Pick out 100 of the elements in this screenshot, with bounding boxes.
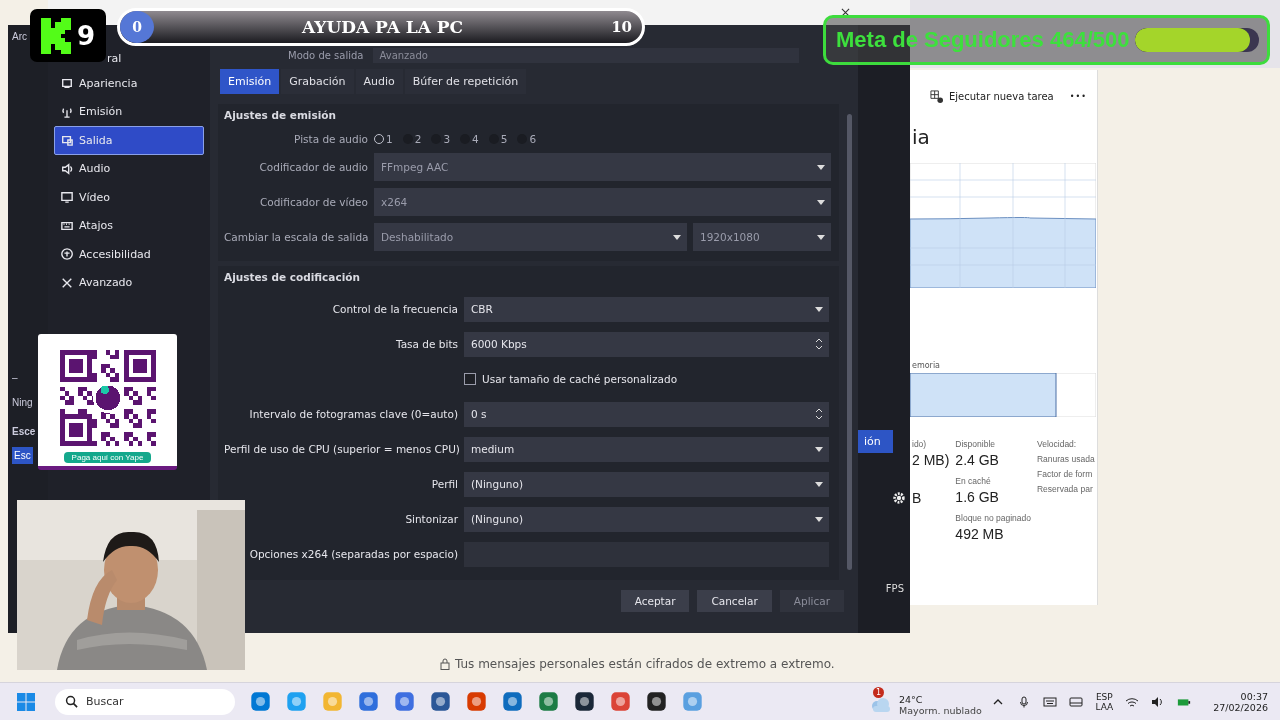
- temperature: 24°C: [899, 693, 924, 705]
- dropdown[interactable]: (Ninguno): [464, 506, 829, 532]
- stat-value: 492 MB: [955, 526, 1005, 542]
- menu-item[interactable]: Arc: [12, 31, 27, 42]
- field-label: Perfil de uso de CPU (superior = menos CPU): [224, 443, 458, 455]
- sidebar-item[interactable]: Atajos: [54, 211, 204, 240]
- scrollbar[interactable]: [847, 114, 852, 570]
- tools-icon: [61, 276, 73, 289]
- appearance-icon: [61, 77, 73, 90]
- radio-button[interactable]: 5: [488, 133, 508, 145]
- app-icon[interactable]: [429, 690, 452, 713]
- goal-title: AYUDA PA LA PC: [301, 17, 464, 37]
- dropdown[interactable]: FFmpeg AAC: [374, 153, 831, 181]
- checkbox[interactable]: Usar tamaño de caché personalizado: [464, 373, 678, 385]
- caret-icon: [817, 199, 825, 205]
- field-label: Perfil: [430, 478, 458, 490]
- close-icon[interactable]: [841, 8, 850, 17]
- collapse-handle[interactable]: –: [12, 372, 18, 383]
- sidebar-item[interactable]: Accesibilidad: [54, 240, 204, 269]
- tab[interactable]: Búfer de repetición: [404, 69, 527, 94]
- radio-button[interactable]: 1: [374, 133, 393, 145]
- cloud-icon: [869, 695, 893, 714]
- notification-badge: 1: [873, 686, 884, 698]
- more-button[interactable]: •••: [1069, 92, 1087, 101]
- control-button[interactable]: ión: [858, 430, 893, 453]
- field-label: Pista de audio: [293, 133, 368, 145]
- keyboard-icon[interactable]: [1043, 695, 1058, 708]
- spec-label: Reservada par: [1036, 484, 1094, 494]
- sidebar-item[interactable]: Vídeo: [54, 183, 204, 212]
- qr-caption: Paga aquí con Yape: [63, 452, 152, 463]
- section-title: Ajustes de emisión: [224, 109, 337, 121]
- dropdown[interactable]: x264: [374, 188, 831, 216]
- stat-value: 1.6 GB: [955, 489, 1000, 505]
- dialog-button[interactable]: Aceptar: [620, 590, 690, 612]
- sidebar-item[interactable]: ral: [104, 47, 204, 69]
- field-label: Opciones x264 (separadas por espacio): [248, 548, 458, 560]
- caret-icon: [817, 164, 825, 170]
- stepper-icon[interactable]: [815, 338, 823, 350]
- weather-widget[interactable]: 1 24°C Mayorm. nublado: [869, 686, 982, 717]
- goal-text: Meta de Seguidores 464/500: [836, 27, 1130, 53]
- search-field[interactable]: Buscar: [55, 688, 235, 715]
- sidebar-item[interactable]: Audio: [54, 154, 204, 183]
- dropdown[interactable]: Deshabilitado: [374, 223, 687, 251]
- section-title: Ajustes de codificación: [224, 271, 361, 283]
- fps-readout: FPS: [885, 583, 904, 594]
- clock[interactable]: 00:37 27/02/2026: [1213, 690, 1268, 713]
- sidebar-item[interactable]: Apariencia: [54, 69, 204, 98]
- spec-label: Factor de form: [1036, 469, 1094, 479]
- keyboard-icon: [61, 219, 73, 232]
- list-item[interactable]: Ning: [12, 397, 33, 408]
- spec-label: Velocidad:: [1036, 439, 1078, 449]
- dialog-button[interactable]: Cancelar: [697, 590, 772, 612]
- dropdown[interactable]: (Ninguno): [464, 471, 829, 497]
- radio-button[interactable]: 4: [460, 133, 479, 145]
- chart-label: emoria: [912, 361, 942, 370]
- start-icon[interactable]: [17, 692, 35, 711]
- field-label: Intervalo de fotogramas clave (0=auto): [248, 408, 458, 420]
- language-indicator[interactable]: ESP LAA: [1095, 691, 1114, 712]
- stat-label: Bloque no paginado: [955, 513, 1031, 523]
- tab[interactable]: Audio: [355, 69, 403, 94]
- display-icon[interactable]: [1069, 695, 1084, 708]
- caret-icon: [815, 481, 823, 487]
- radio-button[interactable]: 3: [431, 133, 451, 145]
- field-label: Sintonizar: [404, 513, 458, 525]
- stat-label: Disponible: [955, 439, 997, 449]
- spin-box[interactable]: 0 s: [464, 401, 829, 427]
- field-label: Modo de salida: [288, 50, 364, 61]
- spin-box[interactable]: 6000 Kbps: [464, 331, 829, 357]
- wifi-icon[interactable]: [1125, 695, 1140, 708]
- field-label: Control de la frecuencia: [331, 303, 458, 315]
- speaker-icon: [61, 162, 73, 175]
- app-icon[interactable]: [573, 690, 596, 713]
- channel-logo: 9: [30, 9, 106, 62]
- page-title: ia: [912, 125, 931, 149]
- new-task-icon: [930, 90, 943, 103]
- dropdown[interactable]: medium: [464, 436, 829, 462]
- stepper-icon[interactable]: [815, 408, 823, 420]
- tab[interactable]: Emisión: [220, 69, 280, 94]
- sidebar-item[interactable]: Avanzado: [54, 268, 204, 297]
- lock-icon: [440, 658, 450, 670]
- spec-label: Ranuras usada: [1036, 454, 1095, 464]
- caret-icon: [817, 234, 825, 240]
- logo-icon: [40, 17, 71, 54]
- caret-icon: [673, 234, 681, 240]
- toolbar-button[interactable]: Ejecutar nueva tarea: [930, 90, 1054, 103]
- radio-button[interactable]: 6: [517, 133, 537, 145]
- stat-value: 2 MB): [912, 452, 950, 468]
- sidebar-item[interactable]: Salida: [54, 126, 204, 155]
- scene-item[interactable]: Esc: [12, 447, 33, 464]
- dropdown[interactable]: CBR: [464, 296, 829, 322]
- app-icon[interactable]: [645, 690, 668, 713]
- dropdown[interactable]: Avanzado: [373, 48, 800, 63]
- search-icon: [65, 695, 78, 708]
- stat-value: 2.4 GB: [955, 452, 1000, 468]
- settings-icon[interactable]: [892, 491, 906, 505]
- tab[interactable]: Grabación: [281, 69, 354, 94]
- sidebar-item[interactable]: Emisión: [54, 97, 204, 126]
- goal-start: 0: [120, 11, 154, 43]
- dropdown[interactable]: 1920x1080: [693, 223, 831, 251]
- radio-button[interactable]: 2: [402, 133, 422, 145]
